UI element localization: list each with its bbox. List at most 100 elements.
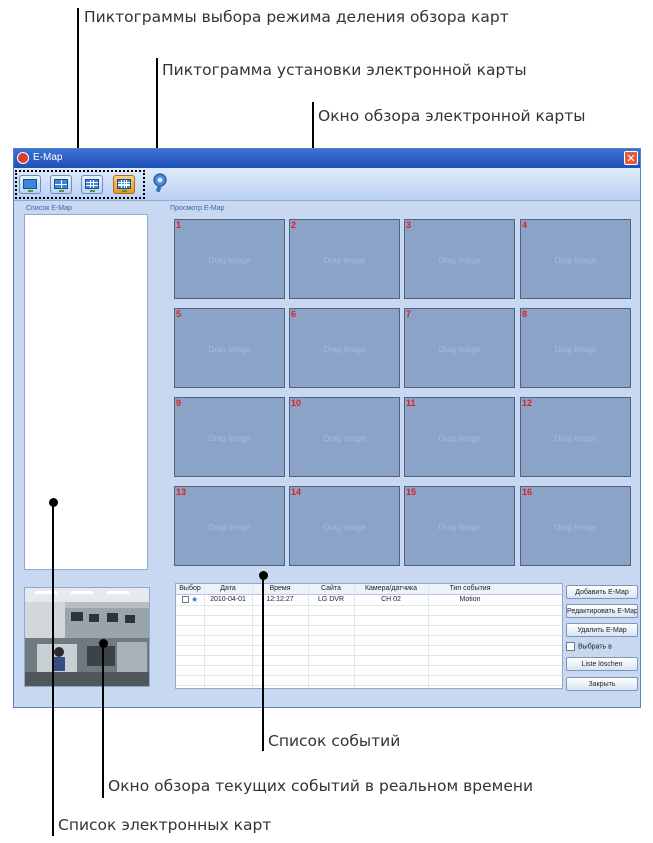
close-button[interactable]: Закрыть (566, 677, 638, 691)
map-view-grid: 1 Drag Image 2 Drag Image 3 Drag Image 4 Drag I… (164, 210, 635, 570)
table-cell: LG DVR (317, 596, 345, 603)
event-list[interactable]: Выбор Дата Время Сайта Камера/датчика Тип соб… (175, 583, 563, 689)
column-divider (204, 584, 205, 688)
drag-image-hint: Drag Image (323, 434, 366, 443)
drag-image-hint: Drag Image (323, 345, 366, 354)
select-all-checkbox[interactable] (566, 642, 575, 651)
edit-emap-button[interactable]: Редактировать E-Map (566, 604, 638, 618)
map-cell-number: 10 (291, 398, 302, 408)
clear-list-button[interactable]: Liste löschen (566, 657, 638, 671)
map-cell[interactable]: 12 Drag Image (520, 397, 631, 477)
callout-line-mode-icons (77, 8, 79, 171)
column-header[interactable]: Время (252, 584, 308, 594)
map-cell[interactable]: 4 Drag Image (520, 219, 631, 299)
table-cell: 12:12:27 (266, 596, 294, 603)
callout-mode-icons: Пиктограммы выбора режима деления обзора… (84, 8, 509, 26)
table-cell: CH 02 (381, 596, 401, 603)
map-list-label: Список E-Map (26, 205, 72, 212)
map-cell[interactable]: 7 Drag Image (404, 308, 515, 388)
map-cell-number: 4 (522, 220, 528, 230)
monitor-3x3-icon (85, 179, 99, 189)
map-cell[interactable]: 8 Drag Image (520, 308, 631, 388)
callout-map-list: Список электронных карт (58, 816, 272, 834)
callout-line-map-list (52, 502, 54, 836)
map-cell-number: 5 (176, 309, 182, 319)
column-divider (252, 584, 253, 688)
map-settings-icon (153, 173, 167, 193)
window-title: E-Map (33, 152, 63, 163)
drag-image-hint: Drag Image (208, 256, 251, 265)
column-header[interactable]: Камера/датчика (354, 584, 428, 594)
map-cell-number: 6 (291, 309, 297, 319)
map-cell-number: 16 (522, 487, 533, 497)
motion-event-icon: ★ (191, 595, 199, 604)
drag-image-hint: Drag Image (323, 256, 366, 265)
map-cell[interactable]: 5 Drag Image (174, 308, 285, 388)
map-cell-number: 12 (522, 398, 533, 408)
delete-emap-button[interactable]: Удалить E-Map (566, 623, 638, 637)
map-cell[interactable]: 15 Drag Image (404, 486, 515, 566)
office-camera-image (25, 588, 149, 686)
map-cell-number: 7 (406, 309, 412, 319)
callout-live-view: Окно обзора текущих событий в реальном в… (108, 777, 534, 795)
map-cell[interactable]: 3 Drag Image (404, 219, 515, 299)
drag-image-hint: Drag Image (554, 434, 597, 443)
drag-image-hint: Drag Image (438, 523, 481, 532)
map-cell[interactable]: 16 Drag Image (520, 486, 631, 566)
column-header[interactable]: Выбор (176, 584, 204, 594)
callout-line-event-list (262, 575, 264, 751)
drag-image-hint: Drag Image (438, 434, 481, 443)
map-cell[interactable]: 14 Drag Image (289, 486, 400, 566)
map-cell-number: 2 (291, 220, 297, 230)
drag-image-hint: Drag Image (208, 345, 251, 354)
column-header[interactable]: Сайта (308, 584, 354, 594)
split-4x4-button[interactable] (113, 175, 135, 194)
drag-image-hint: Drag Image (554, 523, 597, 532)
map-cell[interactable]: 1 Drag Image (174, 219, 285, 299)
drag-image-hint: Drag Image (323, 523, 366, 532)
split-2x2-button[interactable] (50, 175, 72, 194)
callout-view-window: Окно обзора электронной карты (318, 107, 586, 125)
drag-image-hint: Drag Image (438, 256, 481, 265)
map-cell[interactable]: 9 Drag Image (174, 397, 285, 477)
map-cell-number: 11 (406, 398, 416, 408)
close-window-button[interactable]: ✕ (624, 151, 638, 165)
callout-setup-icon: Пиктограмма установки электронной карты (162, 61, 527, 79)
event-select-checkbox[interactable] (182, 596, 189, 603)
title-bar: E-Map ✕ (14, 149, 640, 168)
map-cell[interactable]: 2 Drag Image (289, 219, 400, 299)
app-icon (17, 152, 29, 164)
map-cell-number: 8 (522, 309, 528, 319)
drag-image-hint: Drag Image (208, 434, 251, 443)
split-1x1-button[interactable] (19, 175, 41, 194)
map-cell[interactable]: 13 Drag Image (174, 486, 285, 566)
toolbar (14, 168, 640, 201)
map-cell[interactable]: 6 Drag Image (289, 308, 400, 388)
map-cell-number: 1 (176, 220, 182, 230)
map-cell[interactable]: 11 Drag Image (404, 397, 515, 477)
map-cell-number: 3 (406, 220, 412, 230)
column-divider (428, 584, 429, 688)
column-header[interactable]: Дата (204, 584, 252, 594)
live-event-preview (24, 587, 150, 687)
map-cell[interactable]: 10 Drag Image (289, 397, 400, 477)
column-header[interactable]: Тип события (428, 584, 512, 594)
split-mode-group (15, 170, 145, 199)
select-all-label: Выбрать в (578, 643, 612, 651)
map-cell-number: 13 (176, 487, 187, 497)
column-divider (308, 584, 309, 688)
map-cell-number: 14 (291, 487, 302, 497)
drag-image-hint: Drag Image (554, 256, 597, 265)
select-all-checkbox-row: Выбрать в (566, 642, 612, 651)
monitor-2x2-icon (54, 179, 68, 189)
table-cell: Motion (459, 596, 481, 603)
map-cell-number: 9 (176, 398, 182, 408)
split-3x3-button[interactable] (81, 175, 103, 194)
map-cell-number: 15 (406, 487, 417, 497)
drag-image-hint: Drag Image (554, 345, 597, 354)
map-list-panel[interactable] (24, 214, 148, 570)
callout-line-live-view (102, 643, 104, 798)
emap-settings-button[interactable] (151, 172, 171, 194)
add-emap-button[interactable]: Добавить E-Map (566, 585, 638, 599)
drag-image-hint: Drag Image (208, 523, 251, 532)
